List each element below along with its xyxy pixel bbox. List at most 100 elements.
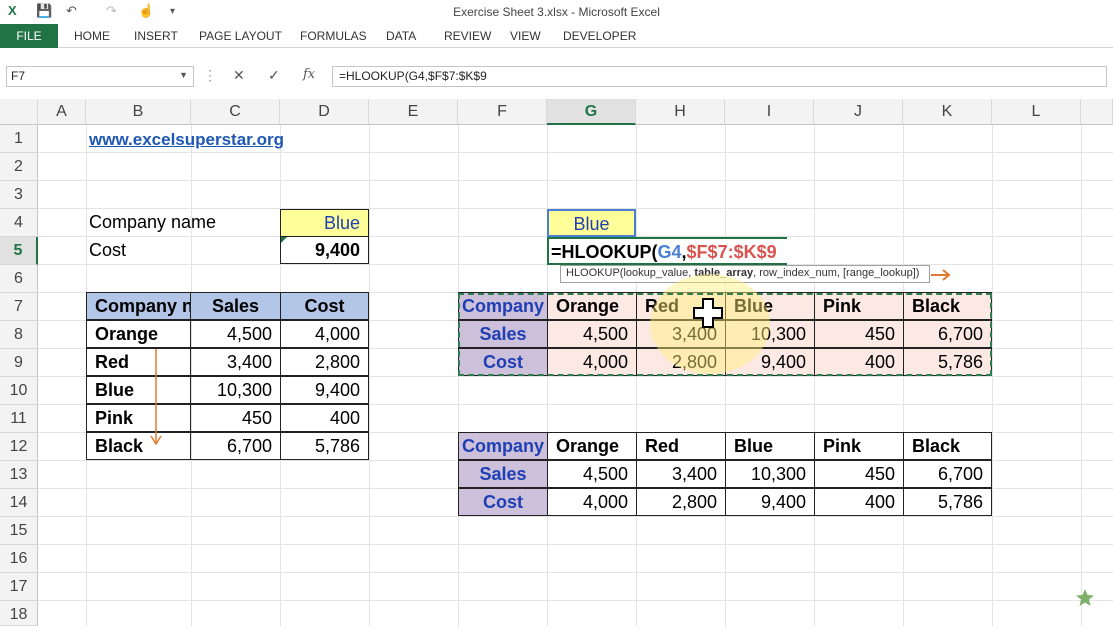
- htable2-header-company-name[interactable]: Pink: [814, 432, 904, 460]
- col-header-m[interactable]: [1081, 99, 1113, 125]
- htable2-row-label-cost[interactable]: Cost: [458, 488, 548, 516]
- enter-check-icon[interactable]: ✓: [268, 67, 280, 84]
- tab-formulas[interactable]: FORMULAS: [300, 29, 367, 43]
- htable2-cost-value[interactable]: 400: [814, 488, 904, 516]
- gridline: [38, 572, 1113, 573]
- col-header-j[interactable]: J: [814, 99, 903, 125]
- row-header-18[interactable]: 18: [0, 601, 38, 626]
- htable2-header-company-name[interactable]: Red: [636, 432, 726, 460]
- cost-result-cell[interactable]: 9,400: [280, 236, 369, 264]
- vtable-header-sales[interactable]: Sales: [190, 292, 281, 320]
- vtable-company[interactable]: Pink: [86, 404, 191, 432]
- htable2-header-company-name[interactable]: Orange: [547, 432, 637, 460]
- htable2-sales-value[interactable]: 10,300: [725, 460, 815, 488]
- row-header-8[interactable]: 8: [0, 321, 38, 349]
- chevron-down-icon[interactable]: ▼: [179, 70, 188, 80]
- row-header-13[interactable]: 13: [0, 461, 38, 489]
- company-name-input-cell[interactable]: Blue: [280, 209, 369, 237]
- vtable-header-company[interactable]: Company na: [86, 292, 191, 320]
- col-header-g[interactable]: G: [547, 99, 636, 125]
- more-icon: ⋮: [203, 67, 217, 83]
- htable2-header-company-name[interactable]: Black: [903, 432, 992, 460]
- col-header-h[interactable]: H: [636, 99, 725, 125]
- row-header-15[interactable]: 15: [0, 517, 38, 545]
- tab-data[interactable]: DATA: [386, 29, 416, 43]
- cell-cursor-icon: [693, 298, 723, 328]
- col-header-b[interactable]: B: [86, 99, 191, 125]
- website-link[interactable]: www.excelsuperstar.org: [89, 126, 349, 154]
- vtable-sales[interactable]: 450: [190, 404, 281, 432]
- company-name-label: Company name: [89, 212, 217, 232]
- htable2-cost-value[interactable]: 9,400: [725, 488, 815, 516]
- row-header-10[interactable]: 10: [0, 377, 38, 405]
- htable2-cost-value[interactable]: 4,000: [547, 488, 637, 516]
- htable2-sales-value[interactable]: 6,700: [903, 460, 992, 488]
- htable2-cost-value[interactable]: 5,786: [903, 488, 992, 516]
- tab-insert[interactable]: INSERT: [134, 29, 178, 43]
- col-header-c[interactable]: C: [191, 99, 280, 125]
- row-header-2[interactable]: 2: [0, 153, 38, 181]
- tab-view[interactable]: VIEW: [510, 29, 541, 43]
- row-header-7[interactable]: 7: [0, 293, 38, 321]
- vtable-sales[interactable]: 6,700: [190, 432, 281, 460]
- col-header-f[interactable]: F: [458, 99, 547, 125]
- tab-developer[interactable]: DEVELOPER: [563, 29, 636, 43]
- col-header-l[interactable]: L: [992, 99, 1081, 125]
- name-box[interactable]: F7 ▼: [6, 66, 194, 87]
- vtable-cost[interactable]: 5,786: [280, 432, 369, 460]
- row-header-17[interactable]: 17: [0, 573, 38, 601]
- vtable-sales[interactable]: 4,500: [190, 320, 281, 348]
- row-header-4[interactable]: 4: [0, 209, 38, 237]
- lookup-value-cell[interactable]: Blue: [547, 209, 636, 237]
- vtable-cost[interactable]: 4,000: [280, 320, 369, 348]
- htable2-row-label-sales[interactable]: Sales: [458, 460, 548, 488]
- vtable-sales[interactable]: 10,300: [190, 376, 281, 404]
- row-header-9[interactable]: 9: [0, 349, 38, 377]
- col-header-k[interactable]: K: [903, 99, 992, 125]
- vtable-company[interactable]: Red: [86, 348, 191, 376]
- htable2-sales-value[interactable]: 450: [814, 460, 904, 488]
- selection-range-marquee: [458, 293, 992, 376]
- vtable-cost[interactable]: 400: [280, 404, 369, 432]
- col-header-a[interactable]: A: [38, 99, 86, 125]
- vtable-cost[interactable]: 2,800: [280, 348, 369, 376]
- vtable-sales[interactable]: 3,400: [190, 348, 281, 376]
- tooltip-prefix: HLOOKUP(lookup_value,: [566, 267, 695, 279]
- htable2-sales-value[interactable]: 4,500: [547, 460, 637, 488]
- row-header-12[interactable]: 12: [0, 433, 38, 461]
- row-header-5[interactable]: 5: [0, 237, 38, 265]
- tab-page-layout[interactable]: PAGE LAYOUT: [199, 29, 282, 43]
- row-header-3[interactable]: 3: [0, 181, 38, 209]
- htable2-cost-value[interactable]: 2,800: [636, 488, 726, 516]
- formula-input[interactable]: =HLOOKUP(G4,$F$7:$K$9: [332, 66, 1107, 87]
- vtable-company[interactable]: Blue: [86, 376, 191, 404]
- formula-ref-range: $F$7:$K$9: [686, 242, 777, 262]
- row-header-16[interactable]: 16: [0, 545, 38, 573]
- formula-prefix: =HLOOKUP(: [551, 242, 658, 262]
- row-header-6[interactable]: 6: [0, 265, 38, 293]
- orange-arrow-right-icon: [931, 269, 951, 281]
- vtable-company[interactable]: Black: [86, 432, 191, 460]
- col-header-d[interactable]: D: [280, 99, 369, 125]
- worksheet-grid[interactable]: A B C D E F G H I J K L 1 2 3 4 5 6 7 8 …: [0, 99, 1113, 626]
- row-header-1[interactable]: 1: [0, 125, 38, 153]
- col-header-e[interactable]: E: [369, 99, 458, 125]
- insert-function-icon[interactable]: fx: [303, 67, 315, 82]
- tab-file[interactable]: FILE: [0, 24, 58, 48]
- vtable-cost[interactable]: 9,400: [280, 376, 369, 404]
- vtable-company[interactable]: Orange: [86, 320, 191, 348]
- row-header-14[interactable]: 14: [0, 489, 38, 517]
- tab-home[interactable]: HOME: [74, 29, 110, 43]
- col-header-i[interactable]: I: [725, 99, 814, 125]
- htable2-sales-value[interactable]: 3,400: [636, 460, 726, 488]
- vtable-header-cost[interactable]: Cost: [280, 292, 369, 320]
- select-all-corner[interactable]: [0, 99, 38, 125]
- row-header-11[interactable]: 11: [0, 405, 38, 433]
- tab-review[interactable]: REVIEW: [444, 29, 491, 43]
- htable2-header-company-name[interactable]: Blue: [725, 432, 815, 460]
- htable2-header-company[interactable]: Company: [458, 432, 548, 460]
- formula-editing-cell[interactable]: =HLOOKUP(G4,$F$7:$K$9: [547, 237, 787, 265]
- formula-ref-g4: G4: [657, 242, 682, 262]
- gridline: [38, 600, 1113, 601]
- cancel-icon[interactable]: ✕: [233, 67, 245, 84]
